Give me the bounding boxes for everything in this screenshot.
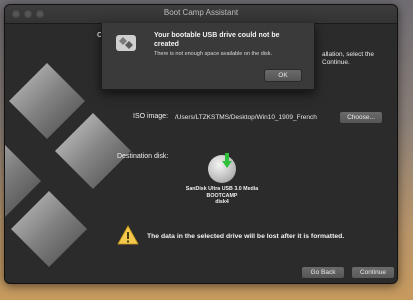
- disk-id: disk4: [215, 199, 229, 206]
- error-alert-sheet: Your bootable USB drive could not be cre…: [101, 23, 315, 90]
- destination-disk-label: Destination disk:: [117, 153, 169, 160]
- disk-name: SanDisk Ultra USB 3.0 Media: [185, 186, 259, 192]
- download-arrow-icon: [222, 153, 232, 168]
- alert-message: There is not enough space available on t…: [154, 51, 273, 57]
- warning-icon: [117, 225, 139, 245]
- iso-path-field[interactable]: /Users/LTZKSTMS/Desktop/Win10_1909_Frenc…: [175, 112, 335, 123]
- destination-disk-info[interactable]: SanDisk Ultra USB 3.0 Media BOOTCAMP dis…: [175, 186, 269, 206]
- usb-drive-icon[interactable]: [208, 153, 236, 183]
- ok-button[interactable]: OK: [264, 69, 302, 82]
- disk-volume: BOOTCAMP: [206, 192, 238, 199]
- iso-image-label: ISO image:: [133, 113, 169, 120]
- title-bar[interactable]: Boot Camp Assistant: [5, 5, 397, 24]
- choose-button[interactable]: Choose...: [339, 111, 383, 124]
- intro-text: allation, select the Continue.: [322, 51, 375, 66]
- alert-title: Your bootable USB drive could not be cre…: [154, 32, 280, 48]
- window-title: Boot Camp Assistant: [163, 8, 239, 17]
- go-back-button[interactable]: Go Back: [301, 266, 345, 279]
- boot-camp-window: Boot Camp Assistant C allation, select t…: [4, 4, 398, 284]
- continue-button[interactable]: Continue: [351, 266, 395, 279]
- bootcamp-app-icon: [116, 35, 136, 51]
- warning-text: The data in the selected drive will be l…: [147, 233, 345, 240]
